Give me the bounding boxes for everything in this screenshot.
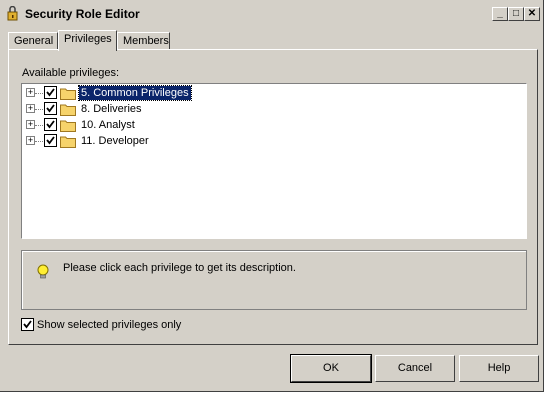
show-selected-label: Show selected privileges only <box>37 319 182 331</box>
available-privileges-label: Available privileges: <box>22 67 120 79</box>
tree-item-label: 8. Deliveries <box>81 103 142 115</box>
description-box: Please click each privilege to get its d… <box>21 250 527 310</box>
privilege-checkbox[interactable] <box>44 118 57 131</box>
folder-icon <box>60 104 76 116</box>
ok-button[interactable]: OK <box>290 354 372 383</box>
lightbulb-icon <box>37 264 49 279</box>
tab-members[interactable]: Members <box>117 32 170 49</box>
lock-key-icon <box>7 6 18 21</box>
tree-item-label: 11. Developer <box>81 135 149 147</box>
privilege-checkbox[interactable] <box>44 86 57 99</box>
maximize-button[interactable]: □ <box>508 7 524 21</box>
tab-general-label: General <box>14 35 54 47</box>
cancel-button[interactable]: Cancel <box>375 355 455 382</box>
tree-item-label: 10. Analyst <box>81 119 135 131</box>
tab-general[interactable]: General <box>8 32 58 49</box>
title-bar[interactable]: Security Role Editor _ □ ✕ <box>3 3 541 24</box>
tab-privileges-label: Privileges <box>64 33 112 45</box>
tree-item-label: 5. Common Privileges <box>78 85 192 101</box>
show-selected-checkbox[interactable] <box>21 318 34 331</box>
expand-icon[interactable]: + <box>26 88 35 97</box>
security-role-editor-dialog: Security Role Editor _ □ ✕ General Privi… <box>0 0 544 392</box>
folder-icon <box>60 136 76 148</box>
expand-icon[interactable]: + <box>26 136 35 145</box>
expand-icon[interactable]: + <box>26 120 35 129</box>
minimize-button[interactable]: _ <box>492 7 508 21</box>
window-title: Security Role Editor <box>25 7 140 21</box>
tab-privileges[interactable]: Privileges <box>58 30 117 51</box>
close-button[interactable]: ✕ <box>524 7 540 21</box>
expand-icon[interactable]: + <box>26 104 35 113</box>
privilege-checkbox[interactable] <box>44 102 57 115</box>
folder-icon <box>60 88 76 100</box>
description-text: Please click each privilege to get its d… <box>63 262 296 274</box>
tab-members-label: Members <box>123 35 169 47</box>
help-button[interactable]: Help <box>459 355 539 382</box>
privileges-tree[interactable]: + 5. Common Privileges + 8. Deliveries +… <box>21 83 527 239</box>
privilege-checkbox[interactable] <box>44 134 57 147</box>
folder-icon <box>60 120 76 132</box>
